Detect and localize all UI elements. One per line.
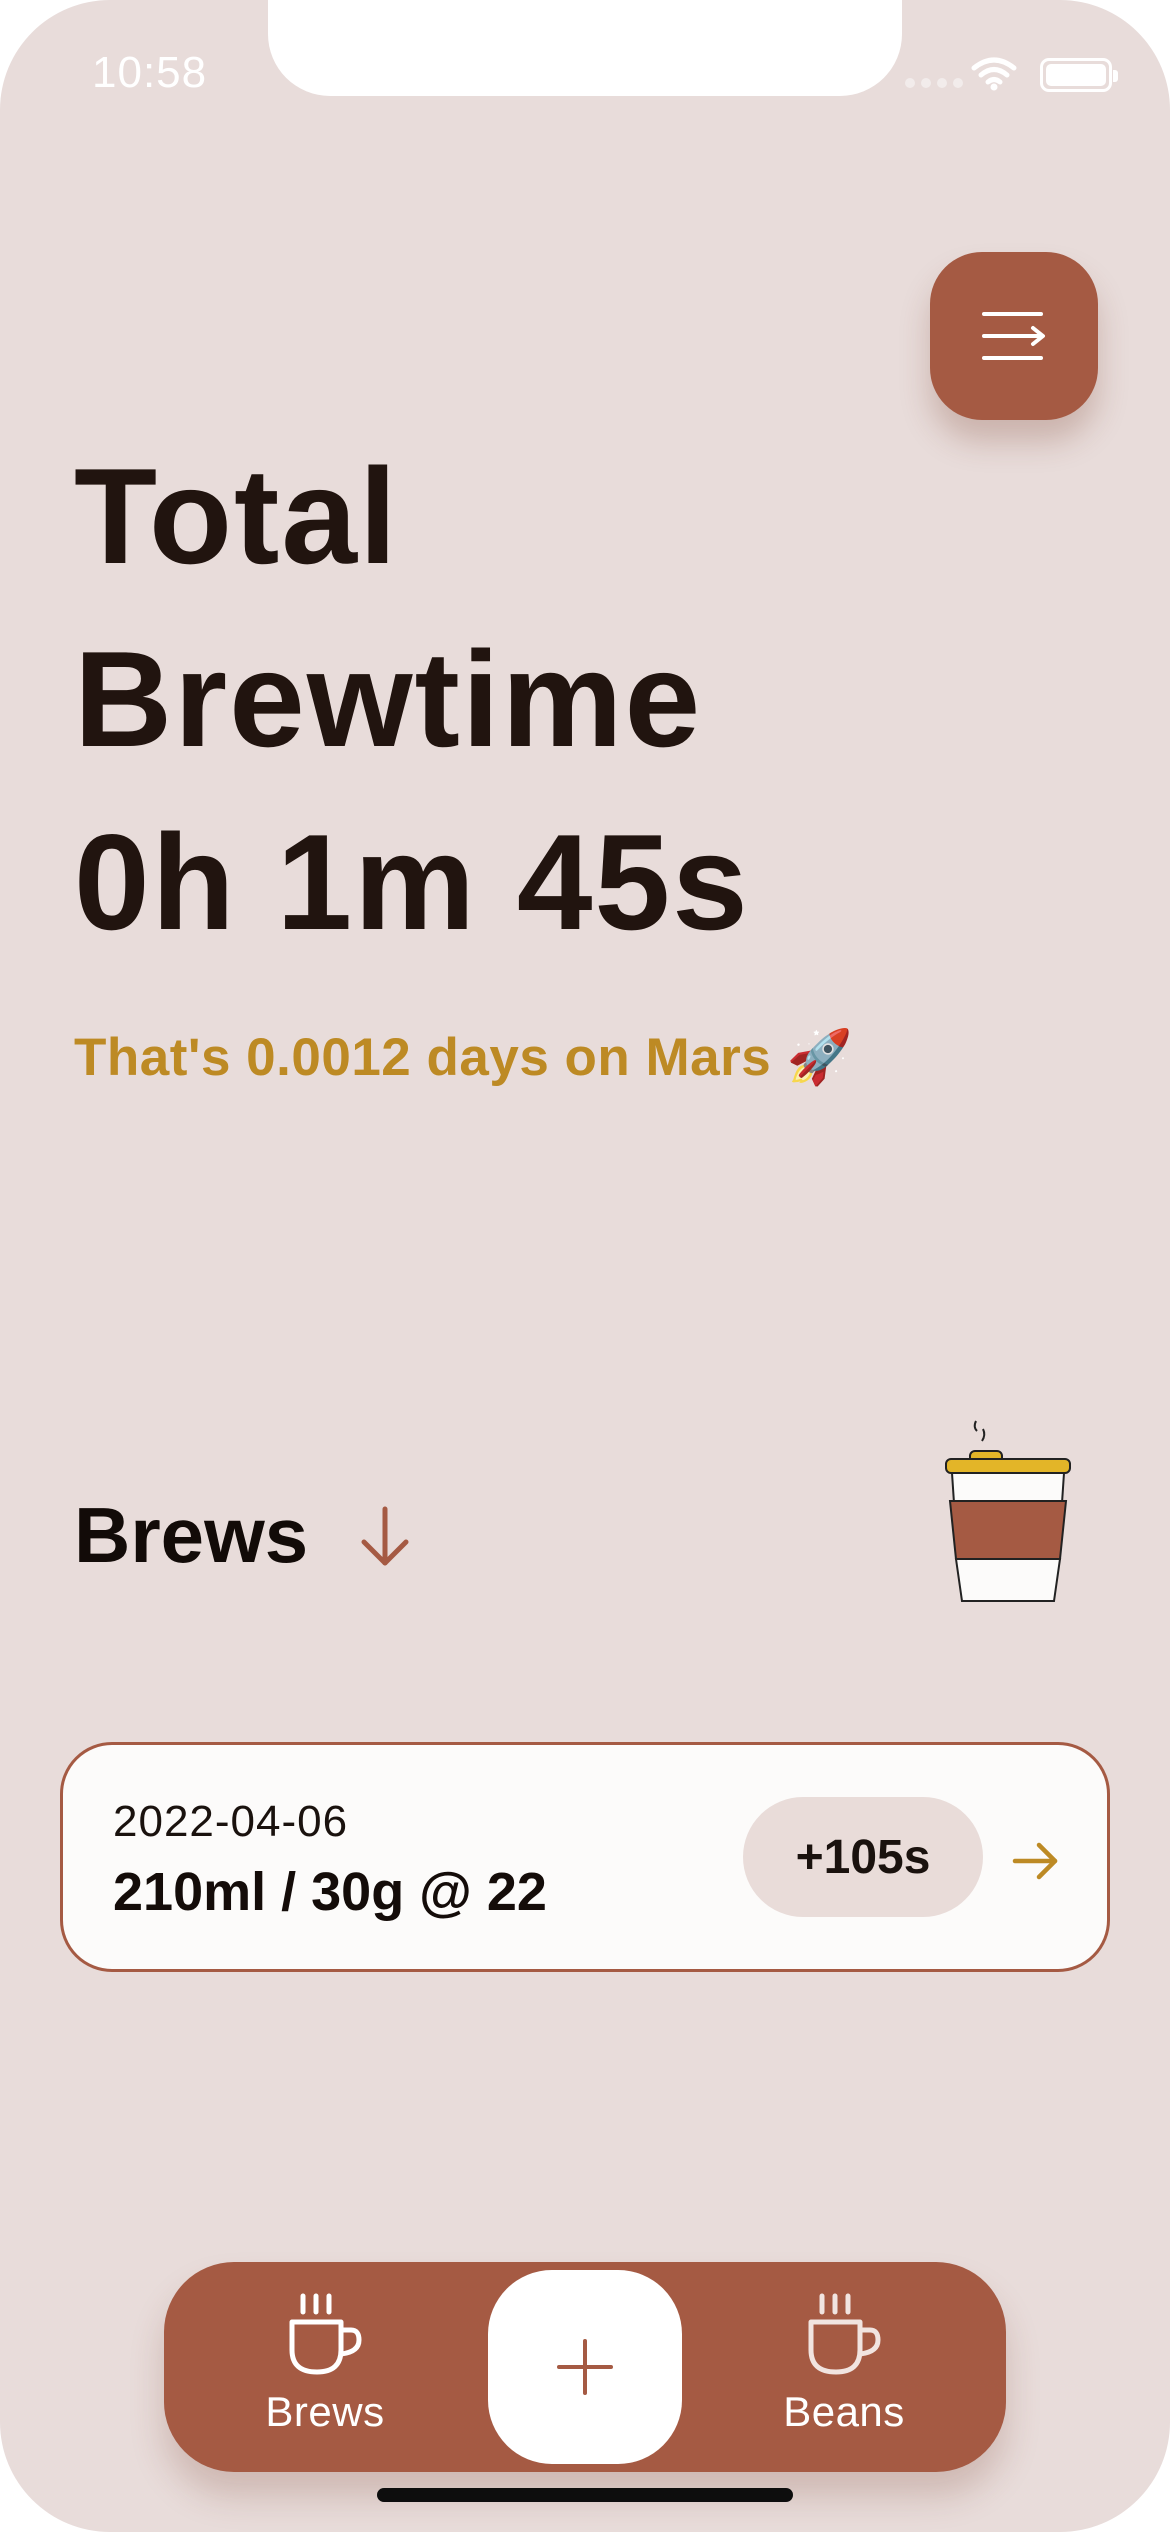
cellular-signal-icon [905, 78, 963, 88]
battery-icon [1040, 58, 1118, 92]
tab-beans[interactable]: Beans [744, 2292, 944, 2452]
menu-arrow-icon [982, 312, 1045, 360]
menu-button[interactable] [930, 252, 1098, 420]
brew-time-badge: +105s [743, 1797, 983, 1917]
title-line-brewtime: Brewtime [74, 623, 703, 775]
tab-brews-label: Brews [265, 2388, 385, 2435]
sort-arrow-down-icon[interactable] [358, 1505, 412, 1569]
brew-details: 210ml / 30g @ 22 [113, 1862, 547, 1922]
tab-beans-label: Beans [783, 2388, 905, 2435]
plus-icon [557, 2339, 613, 2395]
coffee-mug-icon [289, 2293, 362, 2375]
app-screen: 10:58 Total Brewtime 0h 1m 45s That's 0.… [0, 0, 1170, 2532]
mars-days-text: That's 0.0012 days on Mars 🚀 [74, 1028, 853, 1087]
brews-heading: Brews [74, 1491, 309, 1579]
status-time: 10:58 [92, 48, 208, 97]
title-line-total: Total [74, 440, 399, 592]
coffee-mug-icon [808, 2293, 881, 2375]
total-time-value: 0h 1m 45s [74, 806, 750, 958]
wifi-icon [971, 57, 1017, 91]
device-notch [268, 0, 902, 96]
brew-date: 2022-04-06 [113, 1797, 349, 1846]
tab-brews[interactable]: Brews [225, 2292, 425, 2452]
add-brew-button[interactable] [488, 2270, 682, 2464]
home-indicator[interactable] [377, 2488, 793, 2502]
total-brewtime-title: Total Brewtime 0h 1m 45s [74, 425, 750, 974]
coffee-cup-illustration [945, 1420, 1071, 1602]
arrow-right-icon[interactable] [1011, 1841, 1061, 1881]
bottom-tab-bar: Brews Beans [164, 2262, 1006, 2472]
brew-card[interactable]: 2022-04-06 210ml / 30g @ 22 +105s [60, 1742, 1110, 1972]
